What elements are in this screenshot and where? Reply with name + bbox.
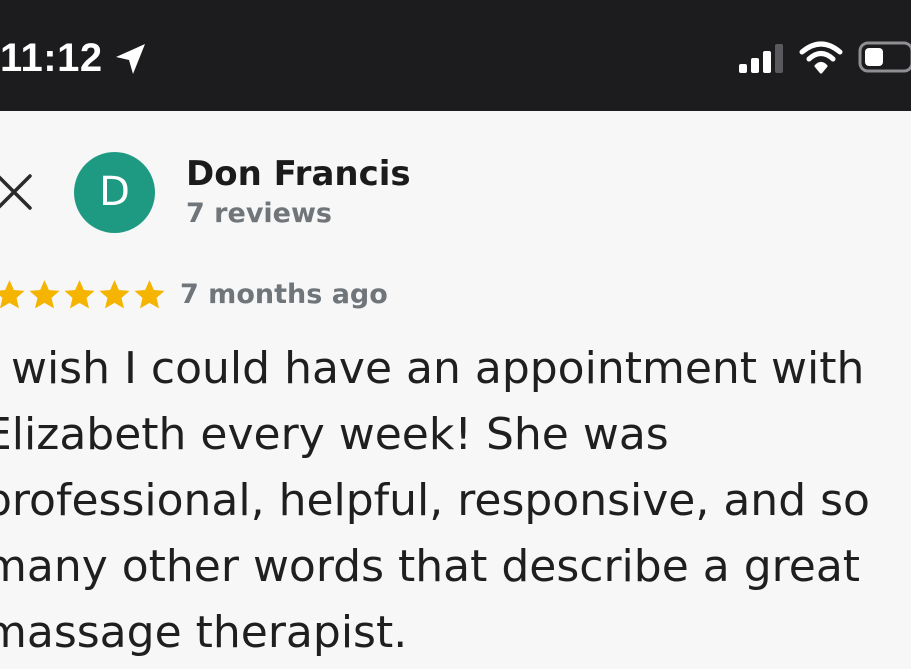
star-icon: [99, 280, 130, 309]
battery-icon: [858, 41, 911, 73]
review-text-line: Elizabeth every week! She was: [0, 409, 669, 460]
star-icon: [29, 280, 60, 309]
status-bar: 11:12: [0, 0, 911, 111]
review-text-line: massage therapist.: [0, 607, 408, 658]
review-text-line: I wish I could have an appointment with: [0, 343, 865, 394]
star-icon: [64, 280, 95, 309]
star-rating: [0, 276, 167, 316]
cellular-signal-icon: [739, 44, 783, 73]
review-count: 7 reviews: [186, 198, 332, 229]
review-date: 7 months ago: [180, 279, 388, 310]
review-text: I wish I could have an appointment with …: [0, 336, 911, 666]
review-text-line: professional, helpful, responsive, and s…: [0, 475, 870, 526]
star-icon: [134, 280, 165, 309]
star-icon: [0, 280, 25, 309]
wifi-icon: [799, 41, 843, 74]
avatar[interactable]: D: [74, 152, 155, 233]
status-time: 11:12: [0, 36, 103, 80]
reviewer-name[interactable]: Don Francis: [186, 152, 411, 196]
review-text-line: many other words that describe a great: [0, 541, 861, 592]
location-arrow-icon: [116, 44, 145, 74]
close-icon[interactable]: [0, 170, 38, 216]
